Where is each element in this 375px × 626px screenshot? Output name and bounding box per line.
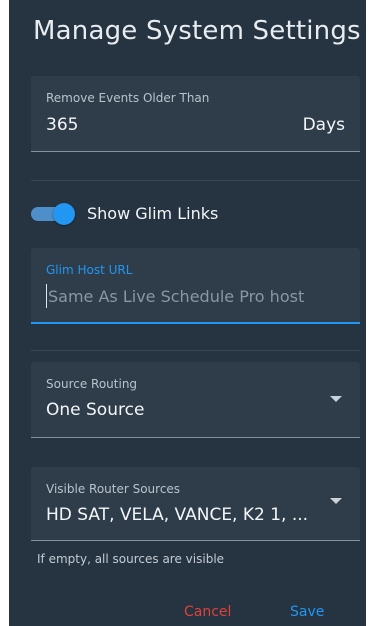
chevron-down-icon xyxy=(330,396,342,402)
dialog-title: Manage System Settings xyxy=(33,16,361,46)
divider xyxy=(31,350,360,351)
source-routing-select[interactable]: Source Routing One Source xyxy=(31,362,360,438)
source-routing-label: Source Routing xyxy=(46,377,138,391)
days-suffix: Days xyxy=(302,115,345,135)
glim-links-label: Show Glim Links xyxy=(87,204,219,223)
chevron-down-icon xyxy=(330,498,342,504)
visible-router-sources-value: HD SAT, VELA, VANCE, K2 1, ... xyxy=(46,505,309,525)
glim-host-url-field[interactable]: Glim Host URL xyxy=(31,248,360,324)
source-routing-value: One Source xyxy=(46,400,145,420)
divider xyxy=(31,180,360,181)
glim-host-url-input[interactable] xyxy=(46,284,348,308)
save-button[interactable]: Save xyxy=(290,604,324,620)
glim-host-url-label: Glim Host URL xyxy=(46,263,133,277)
visible-router-sources-select[interactable]: Visible Router Sources HD SAT, VELA, VAN… xyxy=(31,467,360,541)
settings-dialog: Manage System Settings Remove Events Old… xyxy=(9,0,366,626)
remove-events-value[interactable]: 365 xyxy=(46,115,78,135)
remove-events-field[interactable]: Remove Events Older Than 365 Days xyxy=(31,76,360,152)
toggle-thumb xyxy=(53,203,75,225)
visible-router-sources-label: Visible Router Sources xyxy=(46,482,181,496)
glim-links-toggle[interactable] xyxy=(31,203,77,225)
cancel-button[interactable]: Cancel xyxy=(184,604,231,620)
remove-events-label: Remove Events Older Than xyxy=(46,91,210,105)
sources-helper-text: If empty, all sources are visible xyxy=(37,552,225,566)
